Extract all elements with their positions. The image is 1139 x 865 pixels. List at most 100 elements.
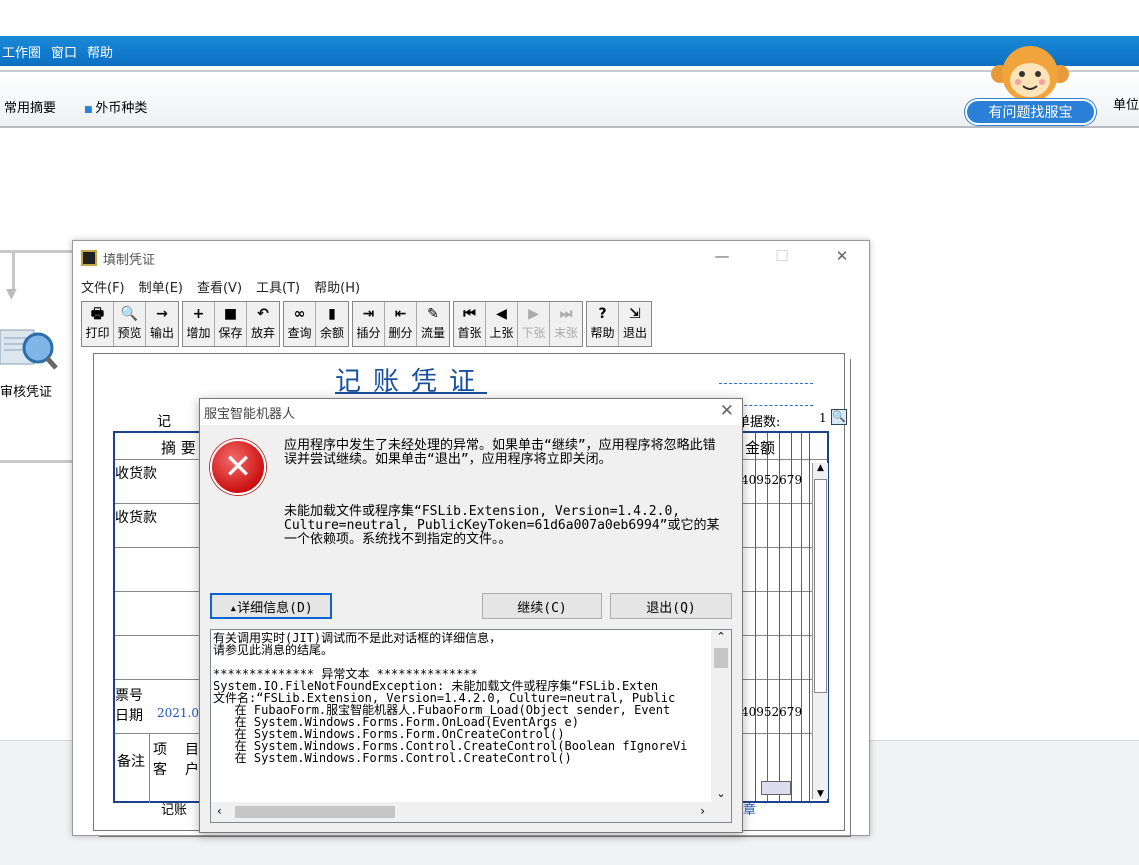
- toolbar-button-printer[interactable]: 🖶 打印: [82, 302, 114, 346]
- toolbar-button-preview[interactable]: 🔍 预览: [114, 302, 146, 346]
- toolbar-group-split: ⇥ 插分 ⇤ 删分 ✎ 流量: [352, 301, 450, 347]
- voucher-app-icon: [81, 250, 97, 266]
- toolbar-button-label: 余额: [319, 326, 344, 340]
- bar-chart-icon: ▮: [328, 306, 336, 322]
- scroll-up-icon[interactable]: ⌃: [711, 630, 731, 646]
- menu-workcircle[interactable]: 工作圈: [2, 42, 41, 61]
- toolbar-group-navigate: ⏮ 首张 ◀ 上张 ▶ 下张 ⏭ 末张: [453, 301, 583, 347]
- quick-currency[interactable]: ■ 外币种类: [84, 97, 147, 116]
- dialog-titlebar: 服宝智能机器人: [200, 399, 742, 425]
- scroll-right-icon[interactable]: ›: [700, 804, 705, 818]
- pen-icon[interactable]: [761, 781, 791, 795]
- toolbar-button-label: 打印: [85, 326, 110, 340]
- undo-icon: ↶: [257, 306, 269, 322]
- quick-common-summary[interactable]: 常用摘要: [4, 97, 56, 116]
- total-amount: 40952679: [741, 705, 803, 719]
- review-voucher-label[interactable]: 审核凭证: [0, 381, 52, 400]
- date-label: 日期: [115, 708, 143, 724]
- quit-button[interactable]: 退出(Q): [610, 593, 732, 619]
- toolbar-button-delete-row[interactable]: ⇤ 删分: [385, 302, 417, 346]
- lookup-icon[interactable]: 🔍: [831, 409, 847, 425]
- details-horizontal-scrollbar[interactable]: ‹ ›: [211, 802, 731, 822]
- toolbar-button-label: 输出: [149, 326, 174, 340]
- add-icon: +: [192, 306, 205, 322]
- voucher-toolbar: 🖶 打印 🔍 预览 → 输出 + 增加 ■ 保存 ↶ 放弃 ∞ 查询 ▮ 余额 ⇥ 插分 ⇤ 删分 ✎ 流量 ⏮ 首张…: [81, 301, 652, 349]
- prev-icon: ◀: [496, 306, 507, 322]
- error-icon: ✕: [210, 439, 266, 495]
- voucher-heading: 记账凭证: [335, 367, 488, 397]
- continue-button[interactable]: 继续(C): [482, 593, 602, 619]
- attach-count-value[interactable]: 1: [819, 411, 827, 425]
- stamp-label: 章: [743, 803, 757, 818]
- blue-dot-icon: ■: [84, 105, 96, 115]
- toolbar-button-bar-chart[interactable]: ▮ 余额: [316, 302, 348, 346]
- row1-summary[interactable]: 收货款: [115, 463, 157, 483]
- menu-tools[interactable]: 工具(T): [256, 277, 300, 296]
- toolbar-button-label: 预览: [117, 326, 142, 340]
- details-button[interactable]: ▴详细信息(D): [210, 593, 332, 619]
- voucher-title: 填制凭证: [103, 252, 156, 268]
- toolbar-button-label: 放弃: [250, 326, 275, 340]
- menu-help[interactable]: 帮助(H): [314, 277, 360, 296]
- remark-customer-1: 客: [153, 762, 167, 778]
- voucher-menubar: 文件(F) 制单(E) 查看(V) 工具(T) 帮助(H): [81, 277, 360, 296]
- scroll-left-icon[interactable]: ‹: [217, 804, 222, 818]
- toolbar-button-label: 查询: [287, 326, 312, 340]
- title-strip: [0, 0, 1139, 36]
- voucher-prefix: 记: [157, 414, 171, 430]
- hscroll-thumb[interactable]: [235, 806, 395, 818]
- toolbar-button-insert-row[interactable]: ⇥ 插分: [353, 302, 385, 346]
- toolbar-button-exit[interactable]: ⇲ 退出: [619, 302, 651, 346]
- error-dialog: 服宝智能机器人 ✕ ✕ 应用程序中发生了未经处理的异常。如果单击“继续”，应用程…: [199, 398, 743, 833]
- ticket-label: 票号: [115, 688, 143, 704]
- unit-label: 单位: [1113, 98, 1139, 113]
- menu-help[interactable]: 帮助: [87, 42, 113, 61]
- flow-connector: [12, 250, 15, 290]
- menu-file[interactable]: 文件(F): [81, 277, 125, 296]
- exception-details-box[interactable]: 有关调用实时(JIT)调试而不是此对话框的详细信息， 请参见此消息的结尾。 **…: [210, 629, 732, 823]
- flow-icon: ✎: [427, 306, 439, 322]
- monkey-mascot-icon[interactable]: [988, 44, 1072, 104]
- attach-count-label: 单据数:: [737, 415, 781, 430]
- review-voucher-icon[interactable]: [0, 322, 60, 372]
- scroll-down-icon[interactable]: ⌄: [711, 787, 731, 800]
- toolbar-button-first[interactable]: ⏮ 首张: [454, 302, 486, 346]
- binoculars-icon: ∞: [293, 306, 306, 322]
- details-vertical-scrollbar[interactable]: ⌃ ⌄: [711, 630, 731, 802]
- grid-scrollbar[interactable]: ▲ ▼: [812, 463, 828, 799]
- voucher-titlebar: 填制凭证: [73, 241, 869, 275]
- toolbar-button-next[interactable]: ▶ 下张: [518, 302, 550, 346]
- quick-currency-label: 外币种类: [95, 101, 148, 116]
- dialog-close-icon[interactable]: ✕: [720, 401, 734, 421]
- close-icon[interactable]: ✕: [827, 247, 857, 267]
- toolbar-button-prev[interactable]: ◀ 上张: [486, 302, 518, 346]
- exit-icon: ⇲: [629, 306, 641, 322]
- menu-edit[interactable]: 制单(E): [139, 277, 183, 296]
- row1-amount[interactable]: 40952679: [741, 473, 802, 487]
- main-menubar: 工作圈 窗口 帮助: [0, 36, 1139, 66]
- menu-window[interactable]: 窗口: [51, 42, 77, 61]
- menu-view[interactable]: 查看(V): [197, 277, 242, 296]
- toolbar-button-help[interactable]: ? 帮助: [587, 302, 619, 346]
- toolbar-group-exit: ? 帮助 ⇲ 退出: [586, 301, 652, 347]
- toolbar-button-add[interactable]: + 增加: [183, 302, 215, 346]
- help-service-button[interactable]: 有问题找服宝: [965, 99, 1096, 125]
- toolbar-button-save[interactable]: ■ 保存: [215, 302, 247, 346]
- col-amount-header: 金额: [745, 439, 776, 457]
- toolbar-button-binoculars[interactable]: ∞ 查询: [284, 302, 316, 346]
- exception-details-text[interactable]: 有关调用实时(JIT)调试而不是此对话框的详细信息， 请参见此消息的结尾。 **…: [213, 632, 709, 802]
- toolbar-button-last[interactable]: ⏭ 末张: [550, 302, 582, 346]
- maximize-icon[interactable]: ☐: [767, 247, 797, 267]
- export-icon: →: [156, 306, 168, 322]
- date-value[interactable]: 2021.0: [157, 706, 199, 720]
- toolbar-button-undo[interactable]: ↶ 放弃: [247, 302, 279, 346]
- row2-summary[interactable]: 收货款: [115, 507, 157, 527]
- minimize-icon[interactable]: —: [707, 247, 737, 267]
- toolbar-button-label: 保存: [218, 326, 243, 340]
- save-icon: ■: [223, 306, 238, 322]
- scroll-thumb[interactable]: [714, 648, 728, 668]
- toolbar-button-export[interactable]: → 输出: [146, 302, 178, 346]
- toolbar-button-flow[interactable]: ✎ 流量: [417, 302, 449, 346]
- toolbar-group-output: 🖶 打印 🔍 预览 → 输出: [81, 301, 179, 347]
- toolbar-button-label: 首张: [457, 326, 482, 340]
